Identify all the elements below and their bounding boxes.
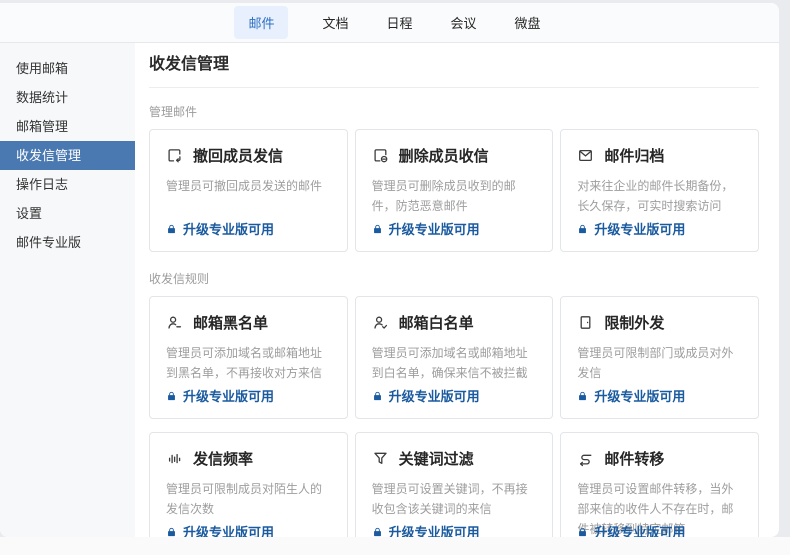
sidebar-item[interactable]: 操作日志 <box>0 170 135 199</box>
card-title: 发信频率 <box>193 448 253 469</box>
feature-card[interactable]: 删除成员收信管理员可删除成员收到的邮件，防范恶意邮件升级专业版可用 <box>355 129 554 252</box>
upgrade-link-label: 升级专业版可用 <box>183 386 274 405</box>
restrict-outgoing-icon <box>577 314 594 331</box>
top-navigation: 邮件文档日程会议微盘 <box>0 3 779 43</box>
whitelist-icon <box>372 314 389 331</box>
blacklist-icon <box>166 314 183 331</box>
section: 管理邮件撤回成员发信管理员可撤回成员发送的邮件升级专业版可用删除成员收信管理员可… <box>149 103 759 252</box>
card-header: 邮件归档 <box>577 145 742 166</box>
mail-transfer-icon <box>577 450 594 467</box>
card-description: 管理员可添加域名或邮箱地址到黑名单，不再接收对方来信 <box>166 343 331 383</box>
sidebar-item[interactable]: 使用邮箱 <box>0 54 135 83</box>
upgrade-link[interactable]: 升级专业版可用 <box>577 219 685 238</box>
feature-card[interactable]: 撤回成员发信管理员可撤回成员发送的邮件升级专业版可用 <box>149 129 348 252</box>
card-title: 限制外发 <box>604 312 664 333</box>
main-content: 收发信管理 管理邮件撤回成员发信管理员可撤回成员发送的邮件升级专业版可用删除成员… <box>135 43 779 537</box>
card-title: 邮件归档 <box>604 145 664 166</box>
sidebar-item[interactable]: 邮箱管理 <box>0 112 135 141</box>
sidebar-item[interactable]: 设置 <box>0 199 135 228</box>
nav-tab[interactable]: 会议 <box>447 6 481 39</box>
upgrade-link[interactable]: 升级专业版可用 <box>372 386 480 405</box>
feature-card[interactable]: 邮箱黑名单管理员可添加域名或邮箱地址到黑名单，不再接收对方来信升级专业版可用 <box>149 296 348 419</box>
upgrade-link[interactable]: 升级专业版可用 <box>166 386 274 405</box>
upgrade-link[interactable]: 升级专业版可用 <box>166 522 274 537</box>
lock-icon <box>372 390 383 402</box>
card-title: 邮箱白名单 <box>399 312 474 333</box>
card-title: 邮箱黑名单 <box>193 312 268 333</box>
sidebar: 使用邮箱数据统计邮箱管理收发信管理操作日志设置邮件专业版 <box>0 43 135 537</box>
card-grid: 撤回成员发信管理员可撤回成员发送的邮件升级专业版可用删除成员收信管理员可删除成员… <box>149 129 759 252</box>
app-window: 邮件文档日程会议微盘 使用邮箱数据统计邮箱管理收发信管理操作日志设置邮件专业版 … <box>0 3 779 537</box>
card-header: 撤回成员发信 <box>166 145 331 166</box>
lock-icon <box>166 526 177 538</box>
bottom-strip <box>0 537 790 555</box>
upgrade-link-label: 升级专业版可用 <box>183 219 274 238</box>
upgrade-link[interactable]: 升级专业版可用 <box>372 219 480 238</box>
feature-card[interactable]: 邮件归档对来往企业的邮件长期备份，长久保存，可实时搜索访问升级专业版可用 <box>560 129 759 252</box>
page-title: 收发信管理 <box>149 50 759 74</box>
send-frequency-icon <box>166 450 183 467</box>
upgrade-link-label: 升级专业版可用 <box>389 386 480 405</box>
lock-icon <box>166 223 177 235</box>
lock-icon <box>372 526 383 538</box>
app-body: 使用邮箱数据统计邮箱管理收发信管理操作日志设置邮件专业版 收发信管理 管理邮件撤… <box>0 43 779 537</box>
card-header: 删除成员收信 <box>372 145 537 166</box>
sidebar-item[interactable]: 数据统计 <box>0 83 135 112</box>
upgrade-link[interactable]: 升级专业版可用 <box>577 522 685 537</box>
page: { "colors": { "page_background": "#e9ebe… <box>0 0 790 555</box>
upgrade-link-label: 升级专业版可用 <box>594 522 685 537</box>
section-label: 收发信规则 <box>149 270 759 287</box>
sections-container: 管理邮件撤回成员发信管理员可撤回成员发送的邮件升级专业版可用删除成员收信管理员可… <box>149 103 759 537</box>
card-description: 管理员可设置关键词，不再接收包含该关键词的来信 <box>372 479 537 519</box>
card-title: 邮件转移 <box>604 448 664 469</box>
sidebar-item[interactable]: 收发信管理 <box>0 141 135 170</box>
lock-icon <box>166 390 177 402</box>
recall-mail-icon <box>166 147 183 164</box>
card-title: 撤回成员发信 <box>193 145 283 166</box>
card-title: 关键词过滤 <box>399 448 474 469</box>
card-description: 管理员可限制部门或成员对外发信 <box>577 343 742 383</box>
card-header: 邮件转移 <box>577 448 742 469</box>
keyword-filter-icon <box>372 450 389 467</box>
feature-card[interactable]: 邮箱白名单管理员可添加域名或邮箱地址到白名单，确保来信不被拦截升级专业版可用 <box>355 296 554 419</box>
nav-tab[interactable]: 日程 <box>382 6 416 39</box>
card-header: 邮箱黑名单 <box>166 312 331 333</box>
mail-archive-icon <box>577 147 594 164</box>
card-title: 删除成员收信 <box>399 145 489 166</box>
section: 收发信规则邮箱黑名单管理员可添加域名或邮箱地址到黑名单，不再接收对方来信升级专业… <box>149 270 759 537</box>
feature-card[interactable]: 限制外发管理员可限制部门或成员对外发信升级专业版可用 <box>560 296 759 419</box>
upgrade-link-label: 升级专业版可用 <box>389 522 480 537</box>
upgrade-link[interactable]: 升级专业版可用 <box>166 219 274 238</box>
sidebar-item[interactable]: 邮件专业版 <box>0 228 135 257</box>
lock-icon <box>577 223 588 235</box>
feature-card[interactable]: 邮件转移管理员可设置邮件转移，当外部来信的收件人不存在时，邮件被转移到特定邮箱升… <box>560 432 759 537</box>
lock-icon <box>372 223 383 235</box>
card-description: 对来往企业的邮件长期备份，长久保存，可实时搜索访问 <box>577 176 742 216</box>
feature-card[interactable]: 关键词过滤管理员可设置关键词，不再接收包含该关键词的来信升级专业版可用 <box>355 432 554 537</box>
nav-tab[interactable]: 邮件 <box>234 6 288 39</box>
card-description: 管理员可限制成员对陌生人的发信次数 <box>166 479 331 519</box>
lock-icon <box>577 390 588 402</box>
card-header: 限制外发 <box>577 312 742 333</box>
upgrade-link[interactable]: 升级专业版可用 <box>577 386 685 405</box>
title-divider <box>149 87 759 88</box>
card-grid: 邮箱黑名单管理员可添加域名或邮箱地址到黑名单，不再接收对方来信升级专业版可用邮箱… <box>149 296 759 537</box>
delete-mail-icon <box>372 147 389 164</box>
lock-icon <box>577 526 588 538</box>
upgrade-link-label: 升级专业版可用 <box>389 219 480 238</box>
upgrade-link-label: 升级专业版可用 <box>594 219 685 238</box>
upgrade-link-label: 升级专业版可用 <box>183 522 274 537</box>
card-header: 发信频率 <box>166 448 331 469</box>
nav-tab[interactable]: 微盘 <box>511 6 545 39</box>
card-description: 管理员可添加域名或邮箱地址到白名单，确保来信不被拦截 <box>372 343 537 383</box>
card-header: 关键词过滤 <box>372 448 537 469</box>
feature-card[interactable]: 发信频率管理员可限制成员对陌生人的发信次数升级专业版可用 <box>149 432 348 537</box>
card-description: 管理员可删除成员收到的邮件，防范恶意邮件 <box>372 176 537 216</box>
section-label: 管理邮件 <box>149 103 759 120</box>
upgrade-link[interactable]: 升级专业版可用 <box>372 522 480 537</box>
card-header: 邮箱白名单 <box>372 312 537 333</box>
card-description: 管理员可撤回成员发送的邮件 <box>166 176 331 196</box>
nav-tab[interactable]: 文档 <box>318 6 352 39</box>
upgrade-link-label: 升级专业版可用 <box>594 386 685 405</box>
